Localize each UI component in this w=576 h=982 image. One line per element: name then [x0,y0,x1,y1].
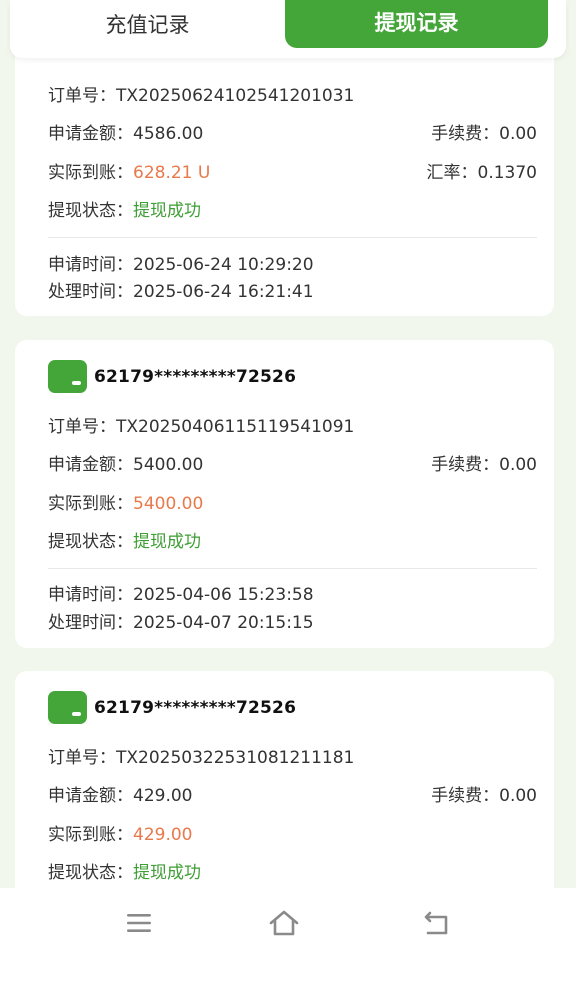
status-row: 提现状态：提现成功 [48,527,537,552]
order-number-row: 订单号：TX20250406115119541091 [48,412,537,437]
apply-time-label: 申请时间： [48,584,133,605]
fee-label: 手续费： [431,454,500,475]
actual-row: 实际到账：429.00 [48,820,537,845]
amount-label: 申请金额： [48,785,133,806]
amount-row: 申请金额：5400.00 手续费：0.00 [48,450,537,475]
bank-card-icon [48,691,87,724]
status-value: 提现成功 [133,862,201,883]
apply-time-row: 申请时间：2025-06-24 10:29:20 [48,250,537,275]
order-number-label: 订单号： [48,85,116,106]
actual-row: 实际到账：628.21 U 汇率：0.1370 [48,158,537,183]
withdraw-record-card[interactable]: 62179*********72526 订单号：TX20250406115119… [15,340,554,648]
order-number-label: 订单号： [48,416,116,437]
status-value: 提现成功 [133,531,201,552]
amount-value: 429.00 [133,785,193,806]
status-row: 提现状态：提现成功 [48,858,537,883]
divider [48,568,537,569]
amount-row: 申请金额：429.00 手续费：0.00 [48,781,537,806]
fee-label: 手续费： [431,785,500,806]
apply-time-row: 申请时间：2025-04-06 15:23:58 [48,580,537,605]
back-icon[interactable] [417,906,457,940]
actual-row: 实际到账：5400.00 [48,489,537,514]
actual-value: 5400.00 [133,493,204,514]
bank-card-header: 62179*********72526 [48,360,296,393]
apply-time-label: 申请时间： [48,254,133,275]
tab-withdraw-records[interactable]: 提现记录 [285,0,548,48]
actual-value: 628.21 U [133,162,211,183]
withdraw-record-card[interactable]: 订单号：TX20250624102541201031 申请金额：4586.00 … [15,40,554,316]
order-number-value: TX20250322531081211181 [116,747,355,768]
fee-label: 手续费： [431,123,500,144]
status-label: 提现状态： [48,531,133,552]
status-value: 提现成功 [133,200,201,221]
bank-card-icon [48,360,87,393]
record-tabs: 充值记录 提现记录 [10,0,566,58]
order-number-label: 订单号： [48,747,116,768]
actual-label: 实际到账： [48,493,133,514]
rate-value: 0.1370 [477,162,537,183]
order-number-value: TX20250406115119541091 [116,416,355,437]
order-number-row: 订单号：TX20250322531081211181 [48,743,537,768]
process-time-row: 处理时间：2025-06-24 16:21:41 [48,277,537,302]
bank-card-number: 62179*********72526 [94,697,297,718]
apply-time-value: 2025-06-24 10:29:20 [133,254,314,275]
apply-time-value: 2025-04-06 15:23:58 [133,584,314,605]
home-icon[interactable] [264,906,304,940]
actual-label: 实际到账： [48,162,133,183]
rate-label: 汇率： [426,162,478,183]
amount-label: 申请金额： [48,123,133,144]
system-nav-bar [0,888,576,982]
status-label: 提现状态： [48,200,133,221]
tab-recharge-records[interactable]: 充值记录 [10,0,285,48]
divider [48,237,537,238]
amount-row: 申请金额：4586.00 手续费：0.00 [48,119,537,144]
status-label: 提现状态： [48,862,133,883]
amount-value: 4586.00 [133,123,204,144]
process-time-label: 处理时间： [48,281,133,302]
fee-value: 0.00 [499,785,537,806]
order-number-value: TX20250624102541201031 [116,85,355,106]
menu-icon[interactable] [119,906,159,940]
bank-card-header: 62179*********72526 [48,691,296,724]
status-row: 提现状态：提现成功 [48,196,537,221]
amount-value: 5400.00 [133,454,204,475]
fee-value: 0.00 [499,123,537,144]
process-time-row: 处理时间：2025-04-07 20:15:15 [48,608,537,633]
process-time-label: 处理时间： [48,612,133,633]
actual-label: 实际到账： [48,824,133,845]
order-number-row: 订单号：TX20250624102541201031 [48,81,537,106]
fee-value: 0.00 [499,454,537,475]
amount-label: 申请金额： [48,454,133,475]
actual-value: 429.00 [133,824,193,845]
process-time-value: 2025-06-24 16:21:41 [133,281,314,302]
process-time-value: 2025-04-07 20:15:15 [133,612,314,633]
bank-card-number: 62179*********72526 [94,366,297,387]
